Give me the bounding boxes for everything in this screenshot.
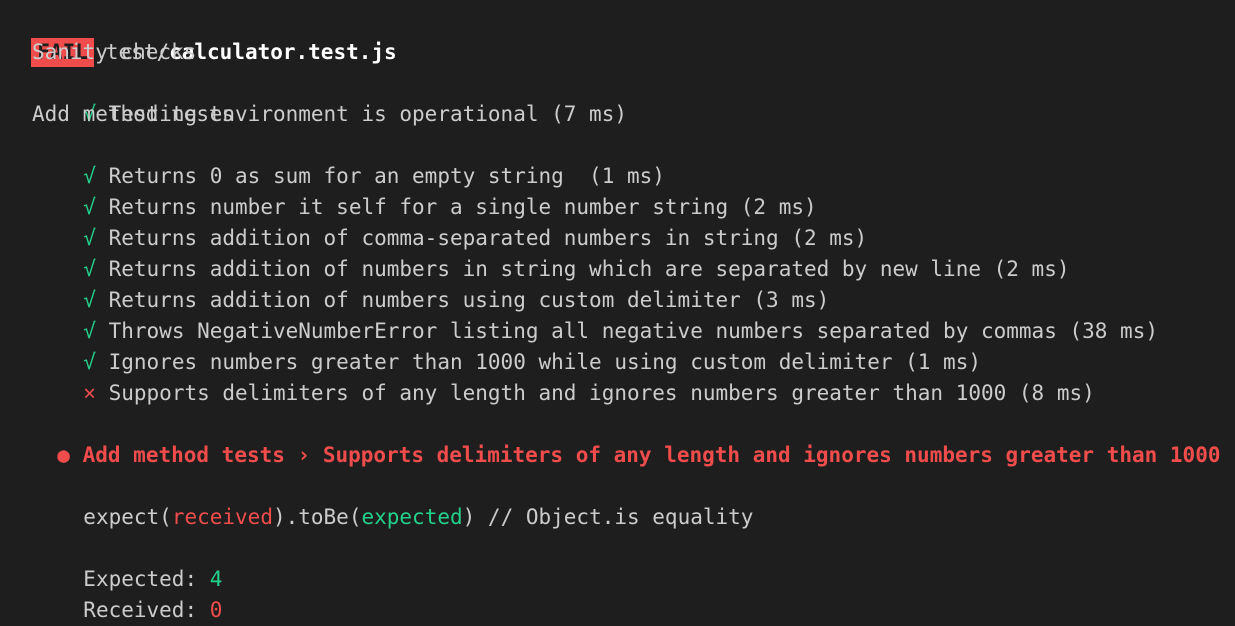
- received-line: Received: 0: [0, 564, 222, 622]
- failure-bullet-icon: ●: [57, 443, 70, 467]
- test-row: √ Ignores numbers greater than 1000 whil…: [0, 316, 981, 374]
- assert-expected: expected: [361, 505, 463, 529]
- test-file-name[interactable]: calculator.test.js: [169, 40, 397, 64]
- test-row: × Supports delimiters of any length and …: [0, 347, 1094, 405]
- failure-title-text: Add method tests › Supports delimiters o…: [82, 443, 1221, 467]
- file-result-header: FAIL test/calculator.test.js: [0, 6, 397, 67]
- assert-mid: ).toBe(: [272, 505, 362, 529]
- test-row: √ Returns number it self for a single nu…: [0, 161, 816, 219]
- suite-name: Add method tests: [32, 102, 235, 126]
- test-row: √ Returns addition of numbers in string …: [0, 223, 1069, 281]
- assert-suffix: ) // Object.is equality: [462, 505, 754, 529]
- assert-prefix: expect(: [83, 505, 172, 529]
- test-row: √ Returns 0 as sum for an empty string (…: [0, 130, 665, 188]
- test-label: Supports delimiters of any length and ig…: [108, 381, 1095, 405]
- fail-cross-icon: ×: [83, 381, 96, 405]
- test-row: √ Returns addition of comma-separated nu…: [0, 192, 867, 250]
- expected-line: Expected: 4: [0, 533, 222, 591]
- test-row: √ Testing environment is operational (7 …: [0, 68, 627, 126]
- test-row: √ Returns addition of numbers using cust…: [0, 254, 829, 312]
- assertion-line: expect(received).toBe(expected) // Objec…: [0, 471, 753, 529]
- suite-name: Sanity checks: [32, 40, 197, 64]
- assert-received: received: [171, 505, 273, 529]
- received-label: Received:: [83, 598, 210, 622]
- test-row: √ Throws NegativeNumberError listing all…: [0, 285, 1158, 343]
- failure-title: ● Add method tests › Supports delimiters…: [0, 409, 1220, 467]
- received-value: 0: [209, 598, 223, 622]
